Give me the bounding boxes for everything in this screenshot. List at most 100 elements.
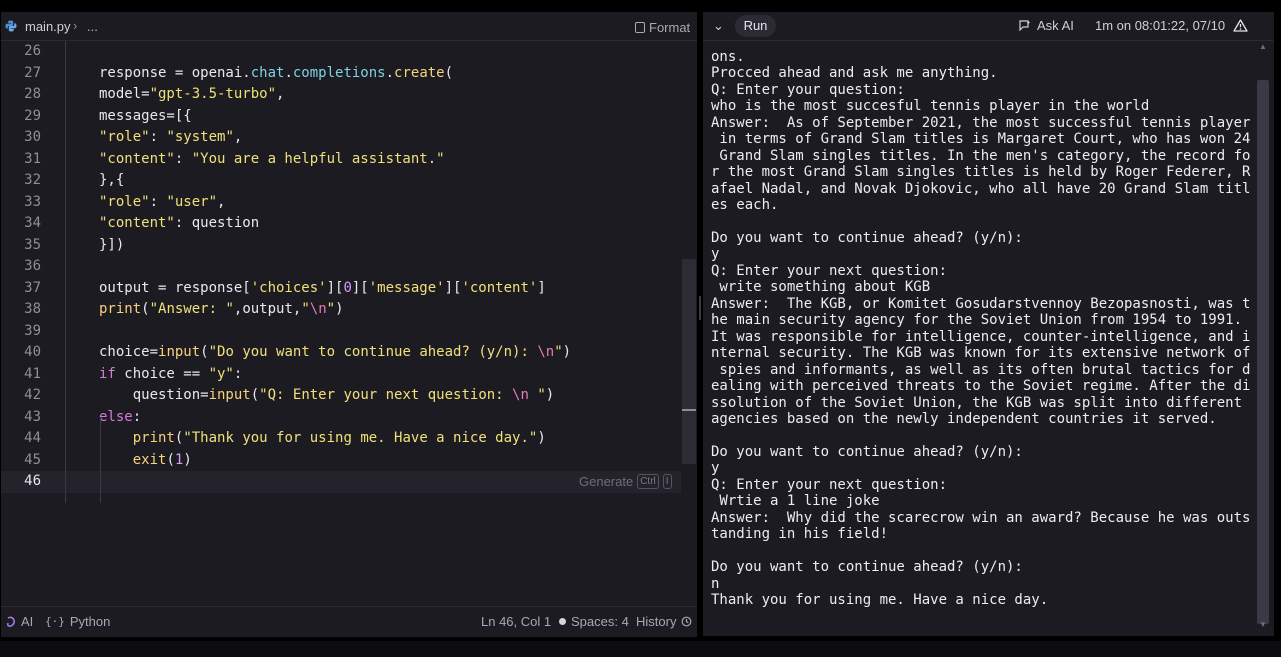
language-label: Python [69, 614, 111, 629]
editor-scrollbar[interactable] [681, 41, 697, 606]
spaces-label: Spaces: 4 [571, 614, 629, 629]
python-icon [5, 20, 17, 32]
code-line[interactable]: 28 model="gpt-3.5-turbo", [1, 84, 681, 106]
code-line[interactable]: 35}]) [1, 235, 681, 257]
code-editor-pane: main.py › ... Format 26 27 response = open… [1, 12, 697, 637]
editor-scroll-thumb[interactable] [682, 259, 696, 464]
console-scroll-thumb[interactable] [1257, 80, 1269, 624]
code-line[interactable]: 36 [1, 256, 681, 278]
line-number: 40 [24, 344, 41, 360]
code-line[interactable]: 41 if choice == "y": [1, 364, 681, 386]
code-line[interactable]: 33 "role": "user", [1, 192, 681, 214]
history-label: History [636, 614, 677, 629]
ask-ai-label: Ask AI [1037, 18, 1074, 33]
code-line[interactable]: 38 print("Answer: ",output,"\n") [1, 299, 681, 321]
code-line[interactable]: 43 else: [1, 407, 681, 429]
format-icon [635, 21, 645, 33]
code-line[interactable]: 40 choice=input("Do you want to continue … [1, 342, 681, 364]
line-number: 43 [24, 408, 41, 425]
line-number: 39 [24, 322, 41, 339]
console-output[interactable]: ons. Procced ahead and ask me anything. … [711, 49, 1251, 629]
ai-icon [7, 616, 15, 627]
line-number: 41 [24, 365, 41, 382]
shortcut-key: I [662, 474, 672, 490]
top-black-bar [0, 0, 1281, 12]
console-scrollbar[interactable]: ▲ ▼ [1254, 42, 1272, 632]
code-line[interactable]: 42 question=input("Q: Enter your next qu… [1, 385, 681, 407]
indent-guide [100, 417, 101, 503]
braces-icon: {·} [45, 615, 65, 628]
editor-header: main.py › ... Format [1, 12, 697, 41]
chevron-down-icon[interactable]: ⌄ [713, 18, 724, 34]
code-line[interactable]: 27 response = openai.chat.completions.cre… [1, 63, 681, 85]
code-line[interactable]: 46 Generate Ctrl I [1, 471, 681, 493]
line-number: 28 [24, 86, 41, 102]
code-text: print("Answer: ",output,"\n") [99, 301, 344, 317]
run-info[interactable]: 1m on 08:01:22, 07/10 [1095, 18, 1248, 33]
line-number: 32 [24, 172, 41, 188]
line-number: 38 [24, 301, 41, 317]
ai-label: AI [21, 614, 34, 629]
breadcrumb-more[interactable]: ... [87, 19, 98, 34]
console-pane: ⌄ Run Ask AI 1m on 08:01:22, 07/10 ons. … [703, 12, 1274, 636]
indent-dot-icon [559, 618, 566, 625]
language-status[interactable]: {·} Python [45, 614, 110, 629]
code-text: if choice == "y": [99, 365, 243, 382]
generate-hint[interactable]: Generate Ctrl I [579, 471, 672, 493]
code-line[interactable]: 45 exit(1) [1, 450, 681, 472]
cursor-position[interactable]: Ln 46, Col 1 [481, 614, 551, 629]
code-text: print("Thank you for using me. Have a ni… [132, 430, 546, 446]
line-number: 35 [24, 236, 41, 253]
line-number: 34 [24, 215, 41, 231]
breadcrumb-chevron-icon: › [73, 18, 78, 33]
code-text: "role": "system", [99, 129, 243, 145]
shortcut-key: Ctrl [637, 474, 659, 490]
run-button[interactable]: Run [735, 15, 776, 37]
format-label: Format [649, 19, 691, 35]
history-button[interactable]: History [636, 614, 692, 629]
line-number: 31 [24, 150, 41, 167]
code-line[interactable]: 39 [1, 321, 681, 343]
code-text: question=input("Q: Enter your next quest… [99, 387, 555, 403]
code-text: else: [99, 408, 142, 425]
code-area[interactable]: 26 27 response = openai.chat.completions.c… [1, 41, 681, 606]
code-line[interactable]: 32},{ [1, 170, 681, 192]
code-text: "content": question [99, 215, 260, 231]
editor-status-bar: AI {·} Python Ln 46, Col 1 Spaces: 4 His… [1, 606, 697, 637]
code-text: choice=input("Do you want to continue ah… [99, 344, 572, 360]
code-text: model="gpt-3.5-turbo", [99, 86, 285, 102]
code-line[interactable]: 30 "role": "system", [1, 127, 681, 149]
cursor-position-marker [682, 409, 696, 411]
ai-status[interactable]: AI [6, 614, 33, 629]
line-number: 46 [24, 473, 41, 489]
code-line[interactable]: 34 "content": question [1, 213, 681, 235]
bottom-bar [0, 641, 1281, 657]
generate-label: Generate [579, 474, 634, 489]
console-header: ⌄ Run Ask AI 1m on 08:01:22, 07/10 [703, 12, 1274, 41]
code-text: }]) [99, 236, 125, 253]
code-text: messages=[{ [99, 107, 192, 124]
spaces-setting[interactable]: Spaces: 4 [559, 614, 629, 629]
pane-divider[interactable] [697, 12, 702, 636]
scroll-up-arrow-icon[interactable]: ▲ [1259, 42, 1267, 51]
history-icon [682, 616, 692, 627]
resize-handle[interactable] [699, 296, 701, 320]
line-number: 37 [24, 279, 41, 296]
warning-icon [1233, 19, 1248, 32]
line-number: 30 [24, 129, 41, 145]
code-text: "role": "user", [99, 193, 226, 210]
format-button[interactable]: Format [635, 18, 690, 36]
code-line[interactable]: 44 print("Thank you for using me. Have a… [1, 428, 681, 450]
code-line[interactable]: 31 "content": "You are a helpful assistan… [1, 149, 681, 171]
file-tab-name[interactable]: main.py [25, 19, 71, 34]
code-text: "content": "You are a helpful assistant.… [99, 150, 445, 167]
code-text: response = openai.chat.completions.creat… [99, 64, 454, 81]
right-edge [1274, 12, 1281, 636]
code-line[interactable]: 29 messages=[{ [1, 106, 681, 128]
code-text: exit(1) [132, 451, 192, 468]
scroll-down-arrow-icon[interactable]: ▼ [1259, 620, 1267, 629]
ask-ai-button[interactable]: Ask AI [1019, 18, 1074, 33]
code-line[interactable]: 37 output = response['choices'][0]['messa… [1, 278, 681, 300]
ask-ai-icon [1019, 20, 1031, 31]
code-line[interactable]: 26 [1, 41, 681, 63]
